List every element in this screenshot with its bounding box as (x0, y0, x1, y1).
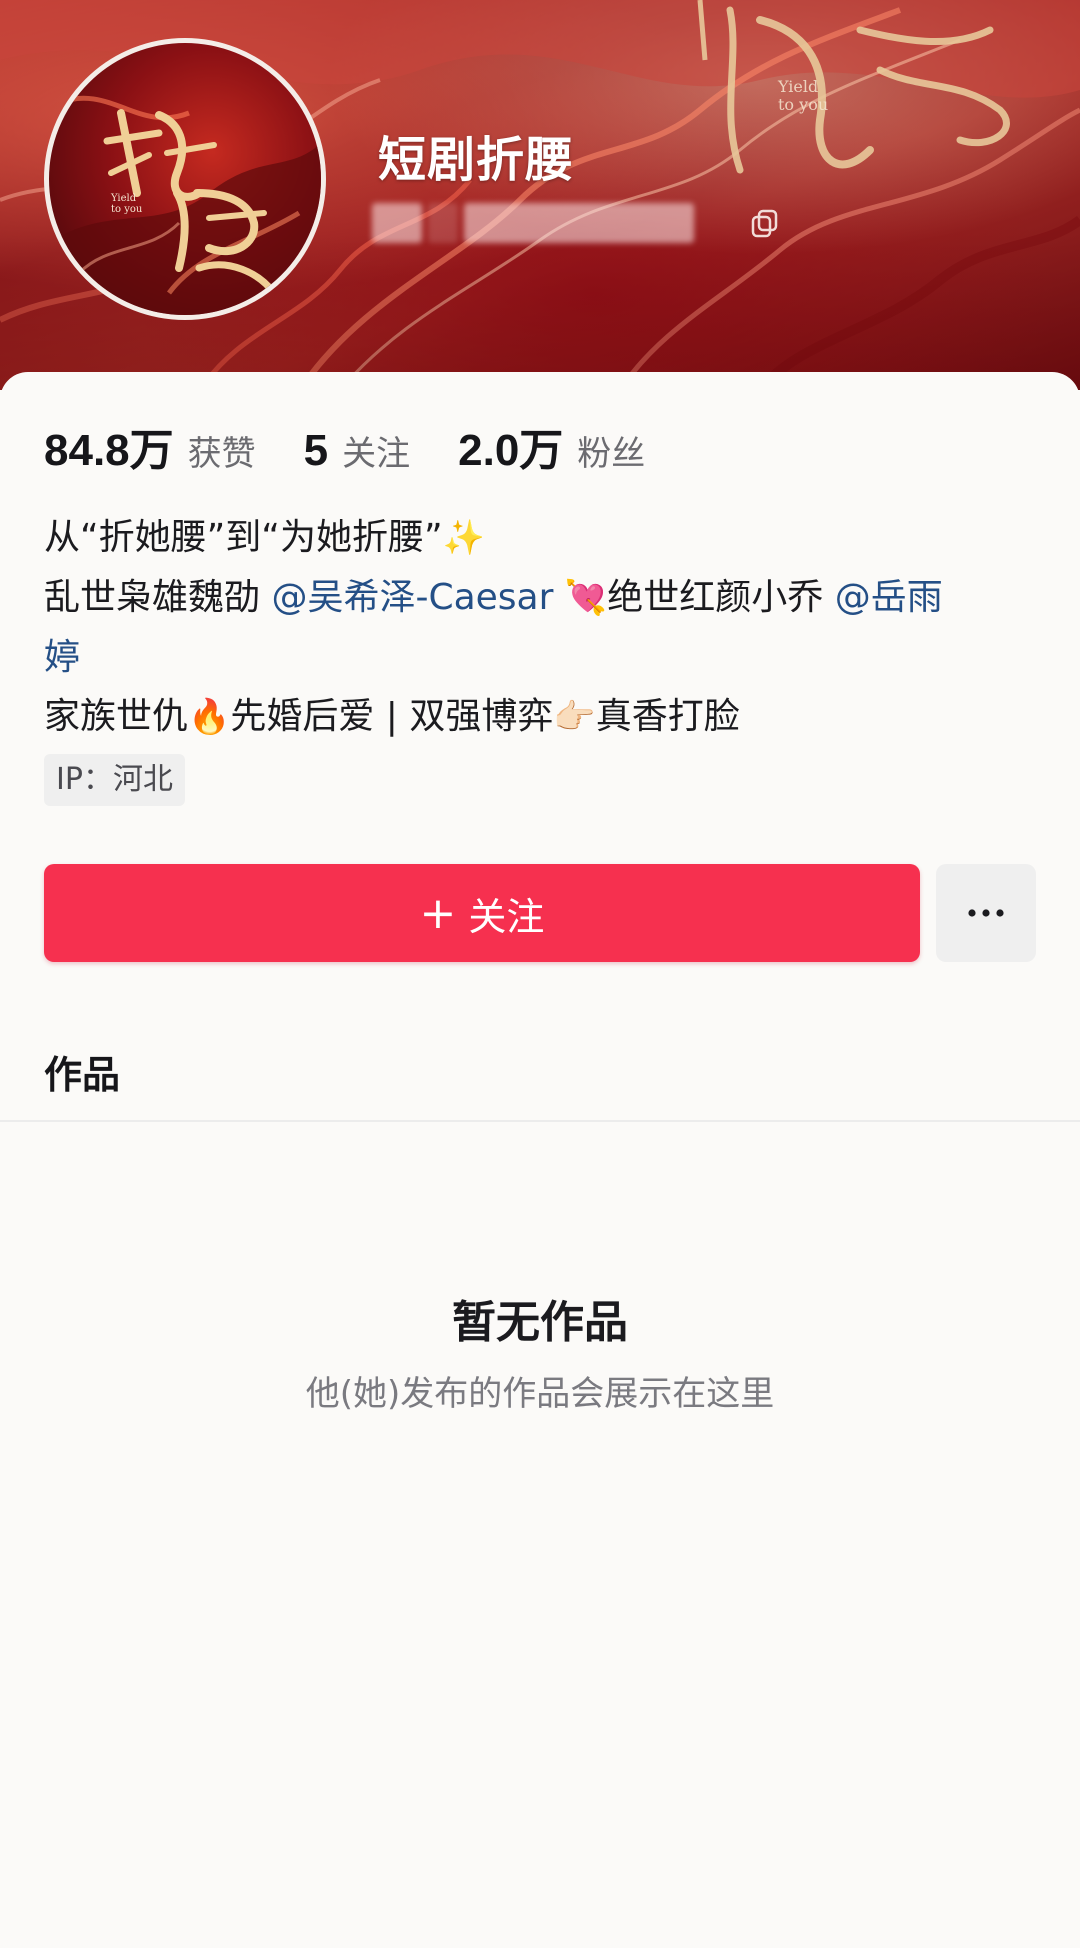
more-options-button[interactable] (936, 864, 1036, 962)
mention-link-actor[interactable]: @吴希泽-Caesar (271, 577, 553, 618)
tab-divider (0, 1120, 1080, 1122)
profile-card: 84.8万 获赞 5 关注 2.0万 粉丝 从“折她腰”到“为她折腰”✨ 乱世枭… (0, 372, 1080, 1948)
stat-following[interactable]: 5 关注 (304, 426, 410, 476)
sparkles-icon: ✨ (442, 518, 485, 558)
avatar-subtitle: Yield to you (111, 193, 143, 215)
plus-icon: + (419, 887, 457, 939)
account-id-redacted (372, 200, 742, 246)
avatar[interactable]: Yield to you (44, 38, 326, 320)
ip-location-badge: IP：河北 (44, 754, 185, 806)
avatar-artwork (49, 95, 321, 315)
stat-value: 2.0万 (458, 426, 564, 475)
id-blur-segment (372, 203, 422, 243)
stat-value: 5 (303, 426, 329, 475)
bio-text: 先婚后爱 | 双强博弈 (230, 696, 554, 737)
bio-line: 婷 (44, 628, 1044, 687)
bio-text: 绝世红颜小乔 (607, 577, 824, 618)
mention-link-actress[interactable]: @岳雨 (835, 577, 943, 618)
bio-text: 乱世枭雄魏劭 (44, 577, 261, 618)
id-blur-segment (464, 203, 694, 243)
more-dots-icon (968, 909, 1004, 917)
profile-name: 短剧折腰 (378, 132, 575, 188)
bio-line: 乱世枭雄魏劭 @吴希泽-Caesar 💘绝世红颜小乔 @岳雨 (44, 568, 1044, 628)
stat-value: 84.8万 (44, 426, 174, 475)
tab-works[interactable]: 作品 (44, 1044, 120, 1099)
follow-button-label: 关注 (468, 894, 545, 939)
bio-text: 家族世仇 (44, 696, 189, 737)
stat-label: 粉丝 (577, 434, 646, 474)
bio-line: 家族世仇🔥先婚后爱 | 双强博弈👉🏻真香打脸 (44, 687, 1044, 747)
fire-icon: 🔥 (188, 697, 231, 737)
bio-text: 从“折她腰”到“为她折腰” (44, 517, 443, 558)
follow-button[interactable]: + 关注 (44, 864, 920, 962)
bio-text: 真香打脸 (595, 696, 740, 737)
stat-label: 关注 (342, 434, 411, 474)
id-blur-segment (428, 203, 458, 243)
copy-icon[interactable] (750, 208, 780, 238)
bio-line: 从“折她腰”到“为她折腰”✨ (44, 508, 1044, 568)
stat-label: 获赞 (187, 434, 256, 474)
stat-likes[interactable]: 84.8万 获赞 (44, 414, 256, 478)
heart-arrow-icon: 💘 (564, 578, 608, 618)
profile-bio: 从“折她腰”到“为她折腰”✨ 乱世枭雄魏劭 @吴希泽-Caesar 💘绝世红颜小… (44, 508, 1044, 747)
stat-followers[interactable]: 2.0万 粉丝 (458, 414, 645, 478)
empty-state-subtitle: 他(她)发布的作品会展示在这里 (305, 1374, 775, 1414)
pointing-hand-icon: 👉🏻 (553, 697, 596, 737)
mention-link-actress-continued[interactable]: 婷 (44, 637, 80, 678)
empty-state-title: 暂无作品 (452, 1297, 628, 1348)
stats-row: 84.8万 获赞 5 关注 2.0万 粉丝 (44, 414, 693, 478)
